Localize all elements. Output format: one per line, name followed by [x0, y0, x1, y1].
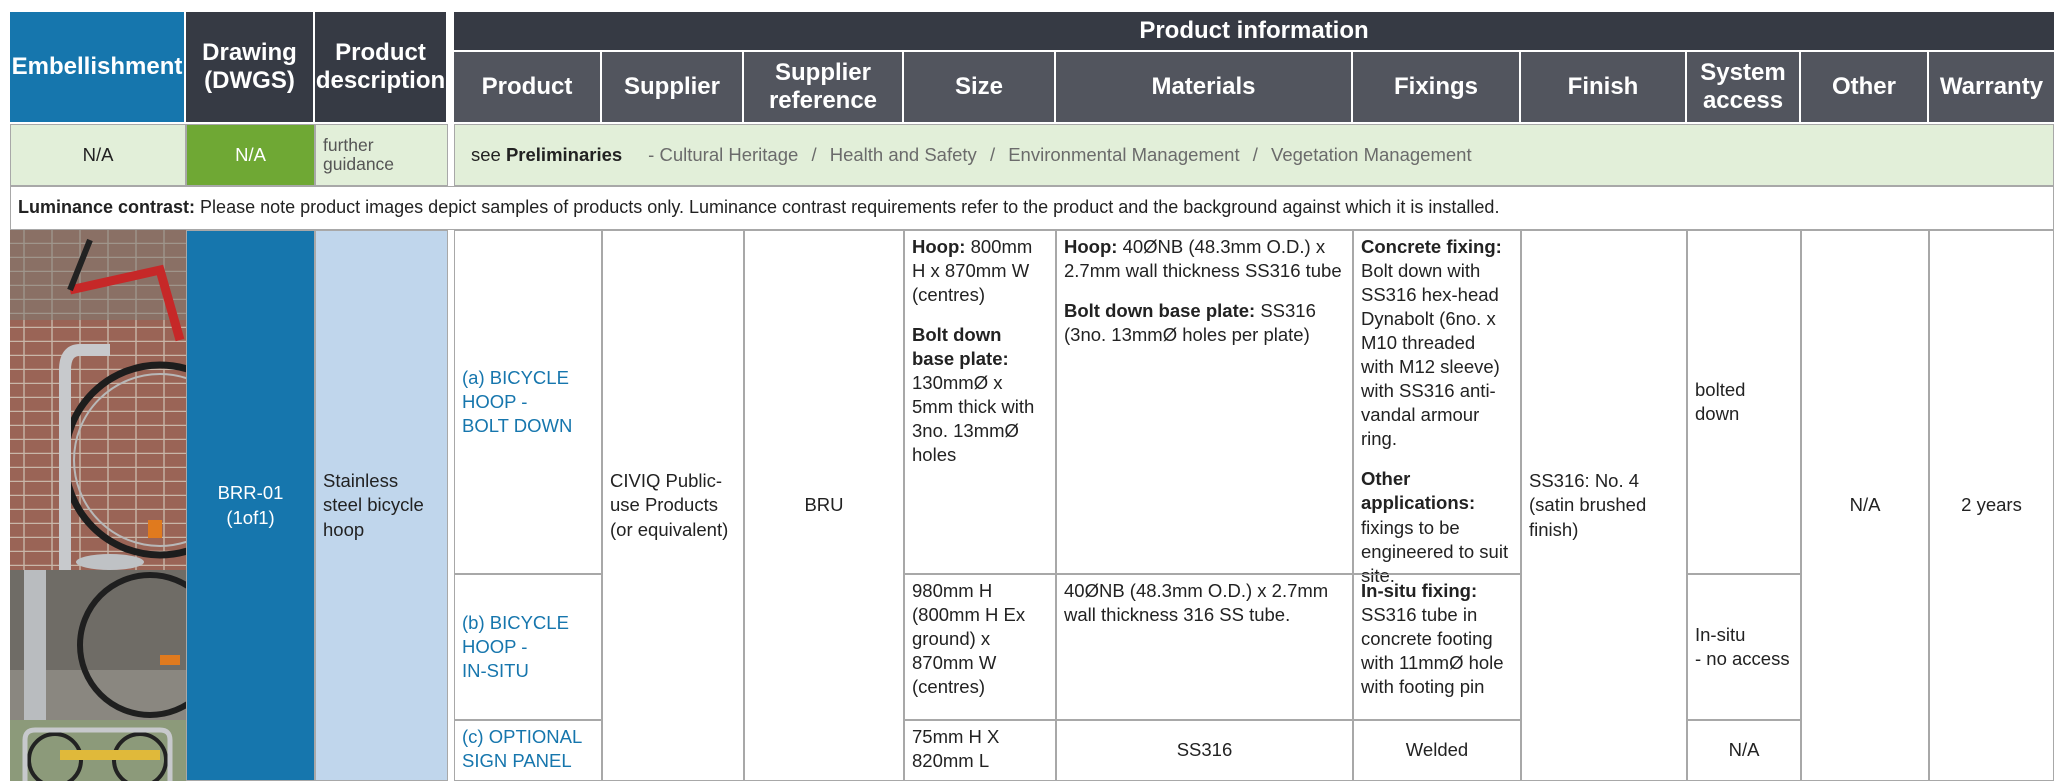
- warranty: 2 years: [1929, 230, 2054, 781]
- drawing-number: BRR-01: [217, 482, 284, 504]
- header-product-information: Product information: [454, 12, 2054, 50]
- col-product: Product: [454, 52, 600, 122]
- system-access-bolt-down: bolted down: [1687, 230, 1801, 574]
- size-bolt-down: Hoop: 800mm H x 870mm W (centres) Bolt d…: [904, 230, 1056, 574]
- product-description: Stainless steel bicycle hoop: [315, 230, 448, 781]
- size-in-situ: 980mm H (800mm H Ex ground) x 870mm W (c…: [904, 574, 1056, 720]
- health-safety-link[interactable]: Health and Safety: [830, 144, 977, 165]
- system-access-in-situ: In-situ - no access: [1687, 574, 1801, 720]
- header-drawing: Drawing (DWGS): [186, 12, 313, 122]
- col-supplier: Supplier: [602, 52, 742, 122]
- header-product-description: Product description: [315, 12, 446, 122]
- product-sign-panel[interactable]: (c) OPTIONAL SIGN PANEL: [454, 720, 602, 781]
- environmental-management-link[interactable]: Environmental Management: [1008, 144, 1239, 165]
- finish: SS316: No. 4 (satin brushed finish): [1521, 230, 1687, 781]
- see-label: see: [471, 143, 501, 165]
- fixings-bolt-down: Concrete fixing: Bolt down with SS316 he…: [1353, 230, 1521, 586]
- col-materials: Materials: [1056, 52, 1351, 122]
- preliminaries-link[interactable]: Preliminaries: [506, 143, 622, 167]
- col-system-access: System access: [1687, 52, 1799, 122]
- col-warranty: Warranty: [1929, 52, 2054, 122]
- product-photo-sign-panel: [10, 720, 186, 781]
- vegetation-management-link[interactable]: Vegetation Management: [1271, 144, 1472, 165]
- materials-sign-panel: SS316: [1056, 720, 1353, 781]
- materials-bolt-down: Hoop: 40ØNB (48.3mm O.D.) x 2.7mm wall t…: [1056, 230, 1353, 574]
- col-other: Other: [1801, 52, 1927, 122]
- drawing-reference[interactable]: BRR-01 (1of1): [186, 230, 315, 781]
- prelim-embellishment: N/A: [10, 124, 186, 186]
- size-sign-panel: 75mm H X 820mm L: [904, 720, 1056, 781]
- product-bolt-down[interactable]: (a) BICYCLE HOOP - BOLT DOWN: [454, 230, 602, 574]
- separator: /: [1252, 143, 1258, 165]
- separator: /: [989, 143, 996, 165]
- materials-in-situ: 40ØNB (48.3mm O.D.) x 2.7mm wall thickne…: [1056, 574, 1353, 720]
- luminance-label: Luminance contrast:: [18, 197, 196, 218]
- product-photo-in-situ: [10, 570, 186, 720]
- system-access-sign-panel: N/A: [1687, 720, 1801, 781]
- col-supplier-reference: Supplier reference: [744, 52, 902, 122]
- fixings-sign-panel: Welded: [1353, 720, 1521, 781]
- luminance-note: Luminance contrast: Please note product …: [10, 186, 2054, 230]
- col-finish: Finish: [1521, 52, 1685, 122]
- prelim-drawing: N/A: [186, 124, 315, 186]
- separator: /: [811, 143, 817, 165]
- product-photo-bolt-down: [10, 230, 186, 570]
- header-embellishment: Embellishment: [10, 12, 184, 122]
- other: N/A: [1801, 230, 1929, 781]
- preliminaries-bar: see Preliminaries - Cultural Heritage / …: [454, 124, 2054, 186]
- drawing-sheet: (1of1): [226, 506, 275, 528]
- cultural-heritage-link[interactable]: - Cultural Heritage: [648, 144, 798, 165]
- fixings-in-situ: In-situ fixing: SS316 tube in concrete f…: [1353, 574, 1521, 720]
- luminance-text: Please note product images depict sample…: [200, 197, 1500, 218]
- col-fixings: Fixings: [1353, 52, 1519, 122]
- supplier: CIVIQ Public-use Products (or equivalent…: [602, 230, 744, 781]
- col-size: Size: [904, 52, 1054, 122]
- supplier-reference: BRU: [744, 230, 904, 781]
- product-in-situ[interactable]: (b) BICYCLE HOOP - IN-SITU: [454, 574, 602, 720]
- further-guidance: further guidance: [315, 124, 448, 186]
